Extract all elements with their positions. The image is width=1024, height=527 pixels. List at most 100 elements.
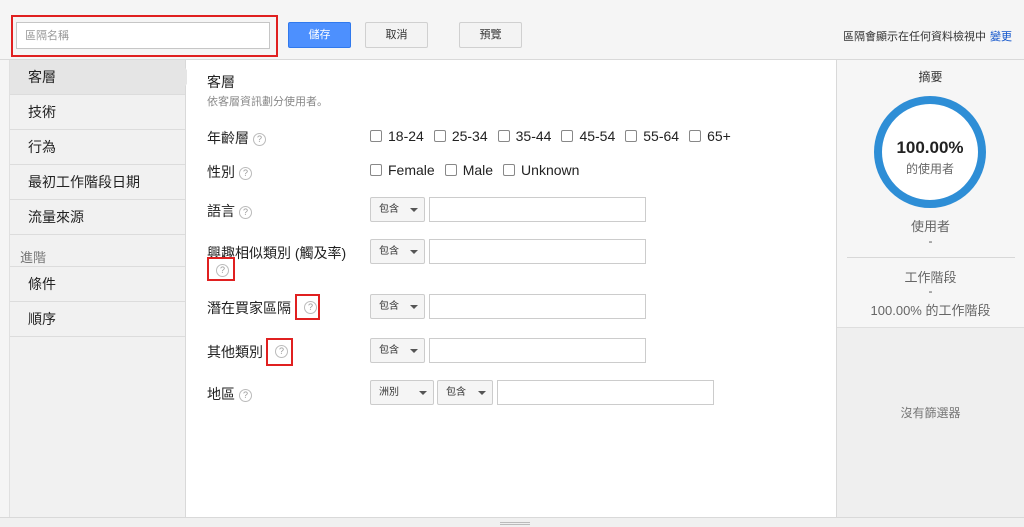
age-option[interactable]: 25-34 — [433, 128, 488, 144]
sidebar-item-technology[interactable]: 技術 — [10, 95, 185, 130]
location-label-text: 地區 — [207, 386, 235, 402]
help-icon[interactable]: ? — [239, 205, 252, 219]
gender-option[interactable]: Female — [370, 162, 435, 178]
help-icon[interactable]: ? — [275, 345, 288, 358]
in-market-label-text: 潛在買家區隔 — [207, 300, 291, 316]
language-value-input[interactable] — [429, 197, 646, 222]
help-icon[interactable]: ? — [304, 301, 317, 314]
segment-editor-toolbar: 儲存 取消 預覽 區隔會顯示在任何資料檢視中變更 — [0, 0, 1024, 60]
select-value: 包含 — [379, 204, 399, 215]
checkbox[interactable] — [497, 130, 510, 142]
sessions-value: - — [928, 284, 933, 298]
sessions-percent: 100.00% 的工作階段 — [870, 303, 991, 318]
sidebar-item-label: 流量來源 — [28, 209, 84, 225]
gender-option-label: Unknown — [521, 162, 580, 178]
category-sidebar: 客層 技術 行為 最初工作階段日期 流量來源 進階 條件 順序 — [10, 60, 194, 517]
checkbox[interactable] — [370, 164, 382, 176]
summary-title: 摘要 — [918, 70, 943, 84]
users-label: 使用者 — [910, 219, 950, 234]
sidebar-item-behavior[interactable]: 行為 — [10, 130, 185, 165]
gender-label-text: 性別 — [207, 164, 235, 180]
age-option-label: 65+ — [707, 128, 731, 144]
help-icon[interactable]: ? — [216, 264, 229, 277]
age-option-label: 55-64 — [643, 128, 680, 144]
select-value: 包含 — [446, 387, 466, 398]
sidebar-item-label: 客層 — [28, 69, 56, 85]
affinity-label-text: 興趣相似類別 (觸及率) — [207, 245, 347, 261]
summary-panel: 摘要 100.00% 的使用者 使用者 - 工作階段 - 100.00% 的工作… — [836, 60, 1024, 517]
segment-name-input[interactable] — [16, 22, 270, 49]
sidebar-item-label: 最初工作階段日期 — [28, 174, 140, 190]
other-label-text: 其他類別 — [207, 344, 263, 360]
resize-bar[interactable] — [0, 517, 1024, 527]
checkbox[interactable] — [503, 164, 516, 176]
checkbox[interactable] — [625, 130, 638, 142]
sidebar-item-conditions[interactable]: 條件 — [10, 267, 185, 302]
users-value: - — [928, 234, 933, 248]
help-icon[interactable]: ? — [239, 166, 252, 180]
gender-option[interactable]: Male — [444, 162, 494, 178]
location-value-input[interactable] — [497, 380, 714, 405]
affinity-operator-select[interactable]: 包含 — [370, 239, 425, 264]
age-label-text: 年齡層 — [207, 130, 249, 146]
age-option[interactable]: 35-44 — [497, 128, 551, 144]
gender-option-label: Female — [388, 162, 435, 178]
help-icon[interactable]: ? — [253, 132, 266, 146]
age-label: 年齡層? — [207, 128, 266, 148]
sidebar-item-first-session-date[interactable]: 最初工作階段日期 — [10, 165, 185, 200]
section-description: 依客層資訊劃分使用者。 — [207, 96, 328, 108]
language-operator-select[interactable]: 包含 — [370, 197, 425, 222]
gender-label: 性別? — [207, 162, 252, 182]
gender-options: Female Male Unknown — [370, 162, 589, 178]
checkbox[interactable] — [370, 130, 382, 142]
left-edge — [0, 60, 10, 517]
no-filters-text: 沒有篩選器 — [900, 406, 961, 420]
sidebar-item-traffic-sources[interactable]: 流量來源 — [10, 200, 185, 235]
other-value-input[interactable] — [429, 338, 646, 363]
advanced-heading: 進階 — [10, 245, 185, 267]
gender-option[interactable]: Unknown — [503, 162, 579, 178]
checkbox[interactable] — [433, 130, 446, 142]
checkbox[interactable] — [444, 164, 457, 176]
audience-percent-label: 的使用者 — [905, 162, 954, 176]
checkbox[interactable] — [689, 130, 702, 142]
age-option[interactable]: 55-64 — [625, 128, 679, 144]
age-option[interactable]: 65+ — [689, 128, 731, 144]
sidebar-item-label: 技術 — [28, 104, 56, 120]
in-market-value-input[interactable] — [429, 294, 646, 319]
age-option[interactable]: 45-54 — [561, 128, 615, 144]
location-label: 地區? — [207, 384, 252, 404]
visibility-text: 區隔會顯示在任何資料檢視中 — [843, 31, 986, 43]
location-scope-select[interactable]: 洲別 — [370, 380, 434, 405]
language-label-text: 語言 — [207, 203, 235, 219]
chevron-down-icon — [410, 349, 418, 353]
change-visibility-link[interactable]: 變更 — [990, 31, 1012, 43]
chevron-down-icon — [410, 305, 418, 309]
help-icon[interactable]: ? — [239, 388, 252, 402]
language-label: 語言? — [207, 201, 252, 221]
checkbox[interactable] — [561, 130, 574, 142]
location-operator-select[interactable]: 包含 — [437, 380, 493, 405]
chevron-down-icon — [419, 391, 427, 395]
select-value: 包含 — [379, 301, 399, 312]
gender-option-label: Male — [462, 162, 494, 178]
select-value: 包含 — [379, 246, 399, 257]
sidebar-item-sequences[interactable]: 順序 — [10, 302, 185, 337]
preview-button[interactable]: 預覽 — [459, 22, 522, 48]
section-title: 客層 — [207, 74, 235, 90]
save-button[interactable]: 儲存 — [288, 22, 351, 48]
sidebar-item-demographics[interactable]: 客層 — [10, 60, 194, 95]
resize-grip-icon[interactable] — [500, 522, 530, 525]
age-option[interactable]: 18-24 — [370, 128, 424, 144]
sidebar-item-label: 順序 — [28, 311, 56, 327]
affinity-value-input[interactable] — [429, 239, 646, 264]
cancel-button[interactable]: 取消 — [365, 22, 428, 48]
other-label: 其他類別 — [207, 342, 263, 362]
demographics-panel: 客層 依客層資訊劃分使用者。 年齡層? 18-24 25-34 35-44 45… — [187, 60, 836, 517]
other-operator-select[interactable]: 包含 — [370, 338, 425, 363]
in-market-operator-select[interactable]: 包含 — [370, 294, 425, 319]
sidebar-item-label: 行為 — [28, 139, 56, 155]
age-option-label: 45-54 — [579, 128, 616, 144]
chevron-down-icon — [410, 208, 418, 212]
age-option-label: 25-34 — [451, 128, 488, 144]
